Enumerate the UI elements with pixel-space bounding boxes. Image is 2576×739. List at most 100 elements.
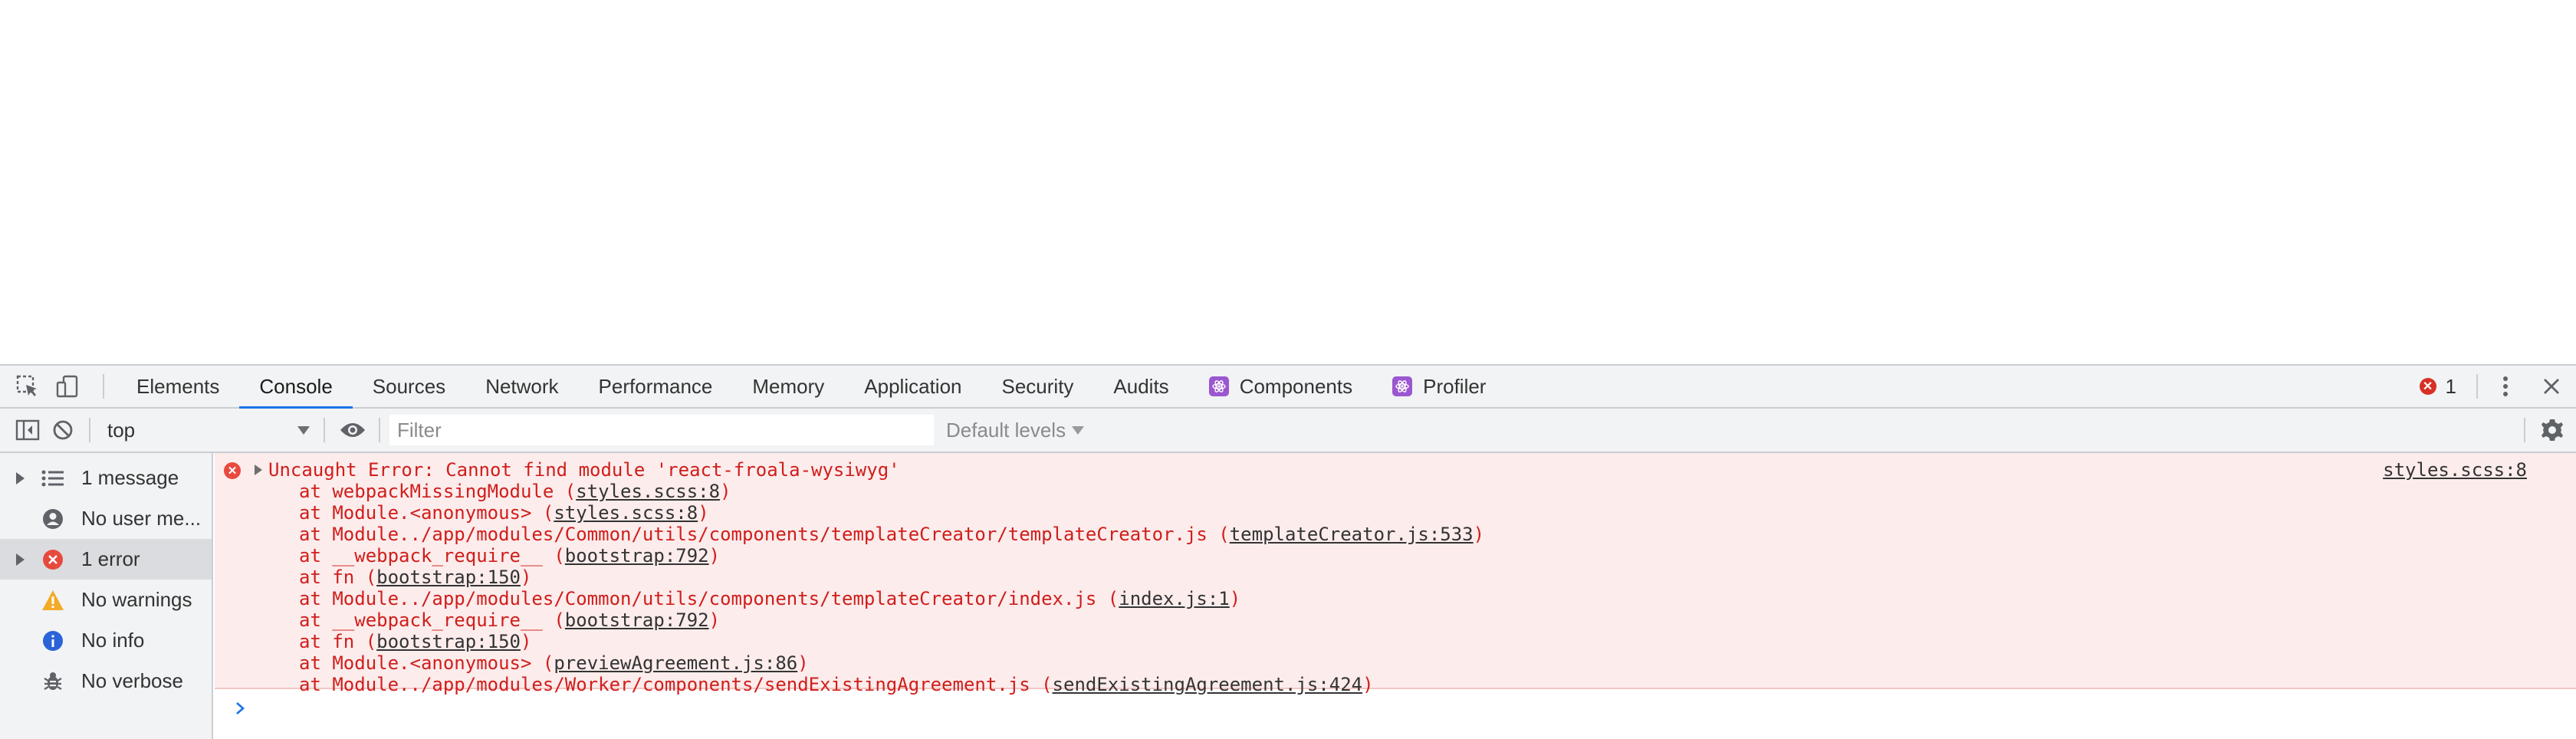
stack-frame-close: ) (1362, 674, 1374, 695)
tab-audits[interactable]: Audits (1093, 365, 1188, 408)
tab-profiler[interactable]: Profiler (1372, 365, 1506, 408)
stack-frame: at webpackMissingModule (styles.scss:8) (299, 481, 1484, 502)
console-prompt-chevron-icon[interactable] (228, 697, 251, 720)
expand-arrow-icon[interactable] (0, 553, 40, 566)
log-levels-dropdown[interactable]: Default levels (946, 418, 1085, 442)
expand-arrow-icon[interactable] (255, 465, 262, 475)
stack-frame-source-link[interactable]: styles.scss:8 (554, 502, 698, 524)
tab-label: Security (1001, 374, 1074, 398)
warning-icon (40, 587, 66, 613)
tab-network[interactable]: Network (465, 365, 578, 408)
stack-frame-source-link[interactable]: bootstrap:150 (376, 567, 521, 588)
error-source-link[interactable]: styles.scss:8 (2383, 459, 2527, 481)
stack-frame-source-link[interactable]: sendExistingAgreement.js:424 (1053, 674, 1363, 695)
context-value: top (107, 418, 136, 442)
filter-input[interactable] (389, 415, 934, 445)
stack-frame-close: ) (1473, 524, 1485, 545)
chevron-down-icon (1072, 425, 1085, 435)
stack-frame: at Module.<anonymous> (previewAgreement.… (299, 652, 1484, 674)
sidebar-item-list[interactable]: 1 message (0, 458, 212, 498)
sidebar-item-info[interactable]: No info (0, 620, 212, 661)
sidebar-item-label: 1 message (81, 466, 179, 489)
error-header[interactable]: Uncaught Error: Cannot find module 'reac… (255, 459, 900, 481)
error-message[interactable]: ✕ Uncaught Error: Cannot find module 're… (215, 453, 2576, 695)
inspect-element-icon[interactable] (5, 365, 51, 408)
stack-frame-source-link[interactable]: previewAgreement.js:86 (554, 652, 797, 674)
stack-frame-source-link[interactable]: index.js:1 (1119, 588, 1230, 609)
log-levels-label: Default levels (946, 418, 1066, 442)
stack-frame: at Module../app/modules/Common/utils/com… (299, 588, 1484, 609)
clear-console-icon[interactable] (43, 409, 83, 452)
stack-frame-source-link[interactable]: templateCreator.js:533 (1230, 524, 1474, 545)
console-sidebar: 1 message No user me... 1 error No warnings… (0, 453, 213, 739)
toolbar-divider (2476, 374, 2478, 399)
live-expression-eye-icon[interactable] (331, 409, 374, 452)
stack-frame: at fn (bootstrap:150) (299, 631, 1484, 652)
stack-frame-source-link[interactable]: styles.scss:8 (576, 481, 720, 502)
stack-frame-close: ) (1229, 588, 1241, 609)
toolbar-divider (103, 374, 104, 399)
stack-frame-close: ) (720, 481, 731, 502)
stack-frame-text: at __webpack_require__ ( (299, 609, 565, 631)
tab-sources[interactable]: Sources (353, 365, 465, 408)
expand-arrow-icon[interactable] (0, 471, 40, 484)
stack-frame-source-link[interactable]: bootstrap:792 (565, 545, 709, 567)
tab-label: Elements (136, 374, 220, 398)
toolbar-divider (324, 418, 325, 442)
tab-label: Network (485, 374, 559, 398)
sidebar-item-error[interactable]: 1 error (0, 539, 212, 580)
sidebar-item-label: No user me... (81, 507, 202, 530)
stack-frame-close: ) (708, 545, 721, 567)
stack-frame-text: at Module../app/modules/Worker/component… (299, 674, 1053, 695)
more-options-icon[interactable] (2484, 365, 2527, 408)
stack-frame: at __webpack_require__ (bootstrap:792) (299, 545, 1484, 567)
sidebar-item-warning[interactable]: No warnings (0, 580, 212, 620)
tab-label: Sources (372, 374, 446, 398)
error-icon: ✕ (224, 462, 241, 479)
react-logo-icon (1392, 376, 1413, 396)
stack-frame-close: ) (521, 567, 532, 588)
tab-components[interactable]: Components (1189, 365, 1372, 408)
context-selector[interactable]: top (97, 415, 319, 445)
stack-frame-text: at webpackMissingModule ( (299, 481, 577, 502)
sidebar-item-label: 1 error (81, 547, 140, 570)
tab-application[interactable]: Application (844, 365, 981, 408)
stack-frame-source-link[interactable]: bootstrap:792 (565, 609, 709, 631)
close-icon[interactable] (2527, 365, 2576, 408)
stack-frame: at Module../app/modules/Worker/component… (299, 674, 1484, 695)
react-logo-icon (1208, 376, 1229, 396)
tab-memory[interactable]: Memory (732, 365, 844, 408)
tab-label: Console (259, 374, 333, 398)
error-count-badge[interactable]: ✕ 1 (2400, 375, 2476, 399)
stack-frame: at Module.<anonymous> (styles.scss:8) (299, 502, 1484, 524)
stack-frame-close: ) (797, 652, 809, 674)
sidebar-item-bug[interactable]: No verbose (0, 661, 212, 701)
tab-elements[interactable]: Elements (117, 365, 239, 408)
stack-trace: at webpackMissingModule (styles.scss:8) a… (299, 481, 1484, 695)
sidebar-item-user[interactable]: No user me... (0, 498, 212, 539)
stack-frame-source-link[interactable]: bootstrap:150 (376, 631, 521, 652)
stack-frame-close: ) (708, 609, 721, 631)
console-settings-gear-icon[interactable] (2533, 409, 2571, 452)
stack-frame-text: at fn ( (299, 631, 377, 652)
device-toolbar-icon[interactable] (44, 365, 90, 408)
tab-performance[interactable]: Performance (579, 365, 733, 408)
tab-security[interactable]: Security (982, 365, 1094, 408)
stack-frame-close: ) (698, 502, 709, 524)
error-icon: ✕ (2419, 378, 2436, 395)
tab-console[interactable]: Console (239, 365, 353, 409)
tab-label: Memory (752, 374, 825, 398)
stack-frame: at fn (bootstrap:150) (299, 567, 1484, 588)
stack-frame-text: at fn ( (299, 567, 377, 588)
tabbar-right: ✕ 1 (2400, 365, 2576, 408)
tab-label: Profiler (1423, 374, 1487, 398)
error-text: Uncaught Error: Cannot find module 'reac… (268, 459, 900, 481)
info-icon (40, 628, 66, 654)
error-icon (40, 547, 66, 573)
stack-frame-text: at Module../app/modules/Common/utils/com… (299, 588, 1119, 609)
chevron-down-icon (297, 425, 310, 435)
devtools-panel: Elements Console Sources Network Performance… (0, 364, 2576, 739)
tab-label: Components (1239, 374, 1353, 398)
console-messages: ✕ Uncaught Error: Cannot find module 're… (215, 453, 2576, 739)
user-icon (40, 506, 66, 532)
